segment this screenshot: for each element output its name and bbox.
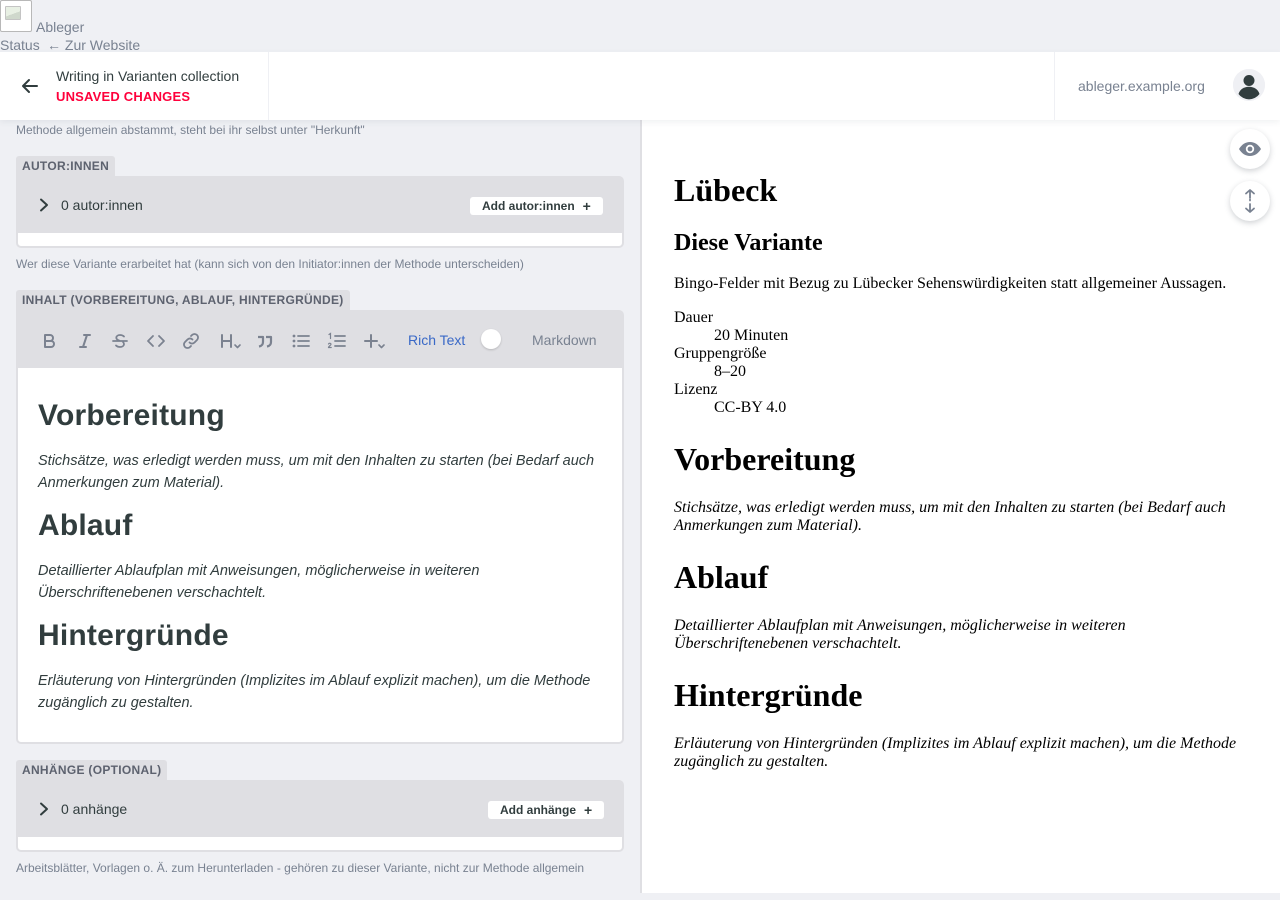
toggle-knob	[481, 329, 501, 349]
authors-hint: Wer diese Variante erarbeitet hat (kann …	[16, 257, 524, 271]
meta-value-dauer: 20 Minuten	[714, 327, 789, 344]
field-hint: Methode allgemein abstammt, steht bei ih…	[16, 123, 365, 137]
authors-count: 0 autor:innen	[61, 197, 143, 213]
entry-title-block: Writing in Varianten collection UNSAVED …	[56, 68, 239, 104]
authors-list-header[interactable]: 0 autor:innen Add autor:innen +	[18, 178, 622, 233]
unsaved-changes-status: UNSAVED CHANGES	[56, 89, 191, 104]
bulleted-list-icon[interactable]	[290, 330, 312, 352]
preview-heading-ablauf: Ablauf	[674, 559, 769, 595]
window-bottom-strip	[0, 893, 1280, 900]
authors-list-widget: 0 autor:innen Add autor:innen +	[16, 176, 624, 248]
editor-heading-ablauf: Ablauf	[38, 509, 133, 542]
meta-term-gruppengroesse: Gruppengröße	[674, 345, 767, 362]
content-markdown-editor: Rich Text Markdown Vorbereitung Stichsät…	[16, 310, 624, 744]
authors-label: AUTOR:INNEN	[16, 156, 116, 176]
numbered-list-icon[interactable]	[326, 330, 348, 352]
preview-description: Bingo-Felder mit Bezug zu Lübecker Sehen…	[674, 275, 1227, 292]
site-url-link[interactable]: ableger.example.org	[1078, 78, 1205, 94]
italic-icon[interactable]	[74, 330, 96, 352]
editor-form-pane[interactable]: Methode allgemein abstammt, steht bei ih…	[0, 120, 640, 893]
add-component-icon[interactable]	[362, 330, 388, 352]
scroll-sync-icon	[1245, 189, 1255, 213]
toolbar-divider	[1054, 52, 1055, 120]
heading-icon[interactable]	[218, 330, 244, 352]
add-authors-label: Add autor:innen	[482, 199, 575, 213]
back-to-website-link[interactable]: ← Zur Website	[47, 37, 140, 53]
preview-variant-heading: Diese Variante	[674, 230, 823, 256]
meta-term-lizenz: Lizenz	[674, 381, 718, 398]
meta-value-gruppengroesse: 8–20	[714, 363, 746, 380]
site-logo-image	[0, 0, 32, 32]
preview-title: Lübeck	[674, 172, 778, 208]
editor-text-hintergruende: Erläuterung von Hintergründen (Implizite…	[38, 673, 591, 711]
back-button[interactable]	[0, 52, 60, 120]
editor-mode-toggle[interactable]	[480, 329, 512, 349]
add-attachments-label: Add anhänge	[500, 803, 577, 817]
preview-heading-hintergruende: Hintergründe	[674, 677, 863, 713]
preview-text-ablauf: Detaillierter Ablaufplan mit Anweisungen…	[674, 617, 1126, 652]
status-link[interactable]: Status	[0, 37, 40, 53]
attachments-count: 0 anhänge	[61, 801, 128, 817]
plus-icon: +	[582, 198, 591, 214]
editor-text-vorbereitung: Stichsätze, was erledigt werden muss, um…	[38, 453, 595, 491]
toggle-scroll-sync-button[interactable]	[1230, 181, 1270, 221]
user-avatar[interactable]	[1233, 69, 1265, 101]
collection-title: Writing in Varianten collection	[56, 68, 240, 84]
quote-icon[interactable]	[254, 330, 276, 352]
add-authors-button[interactable]: Add autor:innen +	[470, 197, 603, 215]
plus-icon: +	[584, 802, 593, 818]
content-label: INHALT (VORBEREITUNG, ABLAUF, HINTERGRÜN…	[16, 290, 350, 310]
chevron-right-icon[interactable]	[38, 802, 50, 816]
strikethrough-icon[interactable]	[109, 330, 131, 352]
meta-term-dauer: Dauer	[674, 309, 714, 326]
markdown-mode-label[interactable]: Markdown	[532, 332, 597, 348]
editor-heading-hintergruende: Hintergründe	[38, 619, 229, 652]
editor-heading-vorbereitung: Vorbereitung	[38, 399, 225, 432]
attachments-list-widget: 0 anhänge Add anhänge +	[16, 780, 624, 852]
attachments-list-header[interactable]: 0 anhänge Add anhänge +	[18, 782, 622, 837]
code-icon[interactable]	[145, 330, 167, 352]
eye-icon	[1239, 142, 1261, 156]
editor-toolbar: Writing in Varianten collection UNSAVED …	[0, 52, 1280, 120]
preview-text-vorbereitung: Stichsätze, was erledigt werden muss, um…	[674, 499, 1226, 534]
attachments-hint: Arbeitsblätter, Vorlagen o. Ä. zum Herun…	[16, 861, 585, 875]
link-icon[interactable]	[180, 330, 202, 352]
markdown-editor-body[interactable]: Vorbereitung Stichsätze, was erledigt we…	[18, 368, 622, 714]
editor-text-ablauf: Detaillierter Ablaufplan mit Anweisungen…	[38, 563, 480, 601]
preview-content: Lübeck Diese Variante Bingo-Felder mit B…	[674, 170, 1254, 771]
user-icon	[1233, 69, 1265, 101]
rich-text-mode-label[interactable]: Rich Text	[408, 332, 465, 348]
site-bar: Ableger Status ← Zur Website	[0, 0, 1280, 53]
preview-heading-vorbereitung: Vorbereitung	[674, 441, 856, 477]
meta-value-lizenz: CC-BY 4.0	[714, 399, 787, 416]
markdown-toolbar: Rich Text Markdown	[18, 312, 622, 368]
toggle-preview-button[interactable]	[1230, 129, 1270, 169]
chevron-right-icon[interactable]	[38, 198, 50, 212]
arrow-left-icon	[22, 79, 38, 93]
add-attachments-button[interactable]: Add anhänge +	[488, 801, 605, 819]
preview-controls	[1230, 129, 1270, 233]
preview-text-hintergruende: Erläuterung von Hintergründen (Implizite…	[674, 735, 1237, 770]
preview-meta-list: Dauer 20 Minuten Gruppengröße 8–20 Lizen…	[674, 309, 1254, 417]
preview-pane: Lübeck Diese Variante Bingo-Felder mit B…	[642, 120, 1280, 893]
attachments-label: ANHÄNGE (OPTIONAL)	[16, 760, 168, 780]
toolbar-divider	[268, 52, 269, 120]
site-name: Ableger	[36, 19, 85, 35]
bold-icon[interactable]	[38, 330, 60, 352]
